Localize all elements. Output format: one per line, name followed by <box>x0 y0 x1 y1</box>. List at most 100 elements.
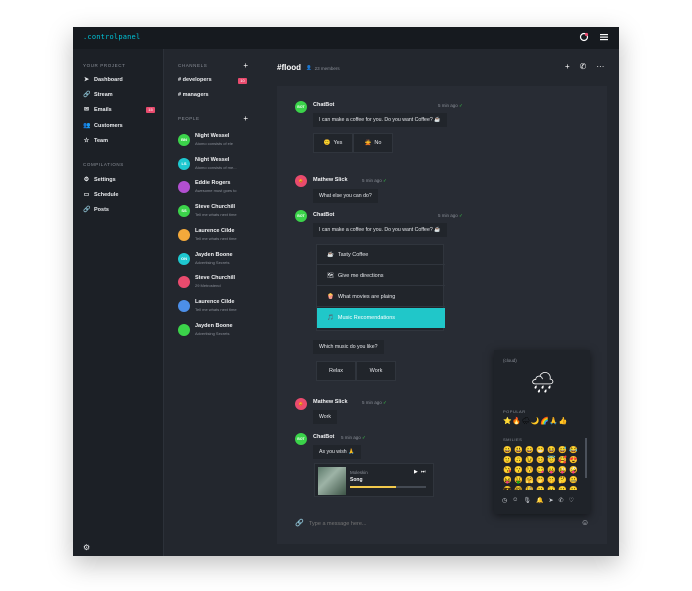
add-channel-icon[interactable]: + <box>243 62 248 70</box>
person-item[interactable]: Laurence Cilde Tell me whats next time <box>178 227 256 247</box>
emoji-item[interactable]: 😂 <box>569 446 577 455</box>
nav-item-posts[interactable]: 🔗 Posts <box>83 206 109 214</box>
person-item[interactable]: LS Night Wessel Atomo consists of me... <box>178 156 256 176</box>
emoji-item[interactable]: 😕 <box>536 486 546 490</box>
channel-developers[interactable]: # developers <box>178 77 212 83</box>
phone-icon[interactable]: ✆ <box>559 497 564 504</box>
settings-icon[interactable]: ⚙ <box>83 543 90 552</box>
emoji-item[interactable]: 😇 <box>547 456 557 465</box>
no-button[interactable]: 🙅 No <box>353 133 393 153</box>
message-time: 5 min ago ✓ <box>438 213 463 218</box>
menu-directions[interactable]: 🗺 Give me directions <box>317 266 445 286</box>
composer: 🔗 ☺ <box>295 518 595 532</box>
emoji-item[interactable]: 😄 <box>525 446 535 455</box>
emoji-item[interactable]: 😁 <box>536 446 546 455</box>
emoji-item[interactable]: 😋 <box>536 466 546 475</box>
emoji-item[interactable]: 🤭 <box>536 476 546 485</box>
emoji-icon[interactable]: ☺ <box>581 518 589 527</box>
emoji-item[interactable]: 🙁 <box>558 486 568 490</box>
menu-icon[interactable] <box>599 32 609 42</box>
message-bubble: As you wish 🙏 <box>313 445 361 459</box>
work-button[interactable]: Work <box>356 361 396 381</box>
person-item[interactable]: ON Jayden Boone Advertising Secrets <box>178 251 256 271</box>
emoji-item[interactable]: 😘 <box>503 466 513 475</box>
emoji-item[interactable]: 😊 <box>536 456 546 465</box>
emoji-item[interactable]: 😛 <box>547 466 557 475</box>
notification-icon[interactable] <box>579 32 589 42</box>
send-icon[interactable]: ➤ <box>549 497 554 504</box>
channel-managers[interactable]: # managers <box>178 92 209 98</box>
emoji-item[interactable]: 😅 <box>558 446 568 455</box>
brand-logo[interactable]: .controlpanel <box>83 33 140 41</box>
message-bubble: I can make a coffee for you. Do you want… <box>313 113 447 127</box>
emoji-item[interactable]: 😚 <box>525 466 535 475</box>
person-item[interactable]: BN Night Wessel Atomo consists of ele <box>178 132 256 152</box>
emoji-item[interactable]: 😮 <box>569 486 577 490</box>
smile-icon[interactable]: ☺ <box>512 497 518 504</box>
emoji-item[interactable]: 🤔 <box>558 476 568 485</box>
clock-icon[interactable]: ◷ <box>502 497 507 504</box>
top-actions <box>579 32 609 42</box>
nav-item-customers[interactable]: 👥 Customers <box>83 122 123 130</box>
progress-track[interactable] <box>350 486 426 488</box>
emoji-item[interactable]: 😆 <box>547 446 557 455</box>
emoji-item[interactable]: 😟 <box>547 486 557 490</box>
emoji-item[interactable]: 😗 <box>514 466 524 475</box>
emoji-item[interactable]: 🙂 <box>503 456 513 465</box>
player-artist: Moleskin <box>350 470 368 475</box>
emoji-item[interactable]: 🤫 <box>547 476 557 485</box>
popular-emojis[interactable]: ⭐🔥🌧🌙🌈🙏👍 <box>503 417 568 425</box>
nav-item-stream[interactable]: 🔗 Stream <box>83 91 113 99</box>
person-last-message: Tell me whats next time <box>195 306 237 312</box>
emoji-scrollbar[interactable] <box>585 438 587 478</box>
person-item[interactable]: Steve Churchill 29 Metrostend <box>178 274 256 294</box>
album-art <box>318 467 346 495</box>
emoji-item[interactable]: 🤐 <box>569 476 577 485</box>
emoji-item[interactable]: 🤓 <box>514 486 524 490</box>
menu-movies[interactable]: 🍿 What movies are plaing <box>317 287 445 307</box>
add-person-icon[interactable]: + <box>243 115 248 123</box>
person-item[interactable]: Jayden Boone Advertising Secrets <box>178 322 256 342</box>
nav-item-dashboard[interactable]: ➤ Dashboard <box>83 76 123 84</box>
emoji-item[interactable]: 😃 <box>514 446 524 455</box>
person-last-message: Atomo consists of me... <box>195 164 237 170</box>
phone-icon[interactable]: ✆ <box>580 62 587 71</box>
heart-icon[interactable]: ♡ <box>569 497 574 504</box>
emoji-item[interactable]: 😍 <box>569 456 577 465</box>
project-section-label: YOUR PROJECT <box>83 63 126 68</box>
next-icon[interactable]: ⏭ <box>421 469 426 475</box>
person-item[interactable]: Laurence Cilde Tell me whats next time <box>178 298 256 318</box>
emoji-item[interactable]: 🥰 <box>558 456 568 465</box>
emoji-item[interactable]: 😉 <box>525 456 535 465</box>
play-icon[interactable]: ▶ <box>414 469 418 475</box>
more-icon[interactable]: ··· <box>596 62 604 71</box>
menu-music[interactable]: 🎵 Music Recomendations <box>317 308 445 328</box>
menu-tasty-coffee[interactable]: ☕ Tasty Coffee <box>317 245 445 265</box>
nav-item-emails[interactable]: ✉ Emails <box>83 106 155 114</box>
person-item[interactable]: Eddie Rogers Awesome must goes to <box>178 179 256 199</box>
emoji-item[interactable]: 😀 <box>503 446 513 455</box>
emoji-item[interactable]: 😝 <box>503 476 513 485</box>
emoji-item[interactable]: 😎 <box>503 486 513 490</box>
emoji-item[interactable]: 🙃 <box>514 456 524 465</box>
emoji-item[interactable]: 🤑 <box>514 476 524 485</box>
message-time: 5 min ago ✓ <box>438 103 463 108</box>
attach-icon[interactable]: 🔗 <box>295 519 304 527</box>
nav-item-schedule[interactable]: ▭ Schedule <box>83 191 119 199</box>
message-author: Mathew Slick <box>313 399 348 405</box>
nav-item-team[interactable]: ☆ Team <box>83 137 108 145</box>
bell-icon[interactable]: 🔔 <box>536 497 543 504</box>
chatbot-avatar: BOT <box>295 210 307 222</box>
relax-button[interactable]: Relax <box>316 361 356 381</box>
yes-button[interactable]: 🙂 Yes <box>313 133 353 153</box>
nav-item-settings[interactable]: ⚙ Settings <box>83 176 116 184</box>
mic-icon[interactable]: 🎙 <box>523 497 531 504</box>
person-item[interactable]: SS Steve Churchill Tell me whats next time <box>178 203 256 223</box>
emoji-item[interactable]: 🤗 <box>525 476 535 485</box>
message-input[interactable] <box>309 518 549 530</box>
add-icon[interactable]: + <box>565 62 570 71</box>
person-name: Jayden Boone <box>195 251 233 258</box>
emoji-item[interactable]: 🤪 <box>569 466 577 475</box>
emoji-item[interactable]: 🧐 <box>525 486 535 490</box>
emoji-item[interactable]: 😜 <box>558 466 568 475</box>
